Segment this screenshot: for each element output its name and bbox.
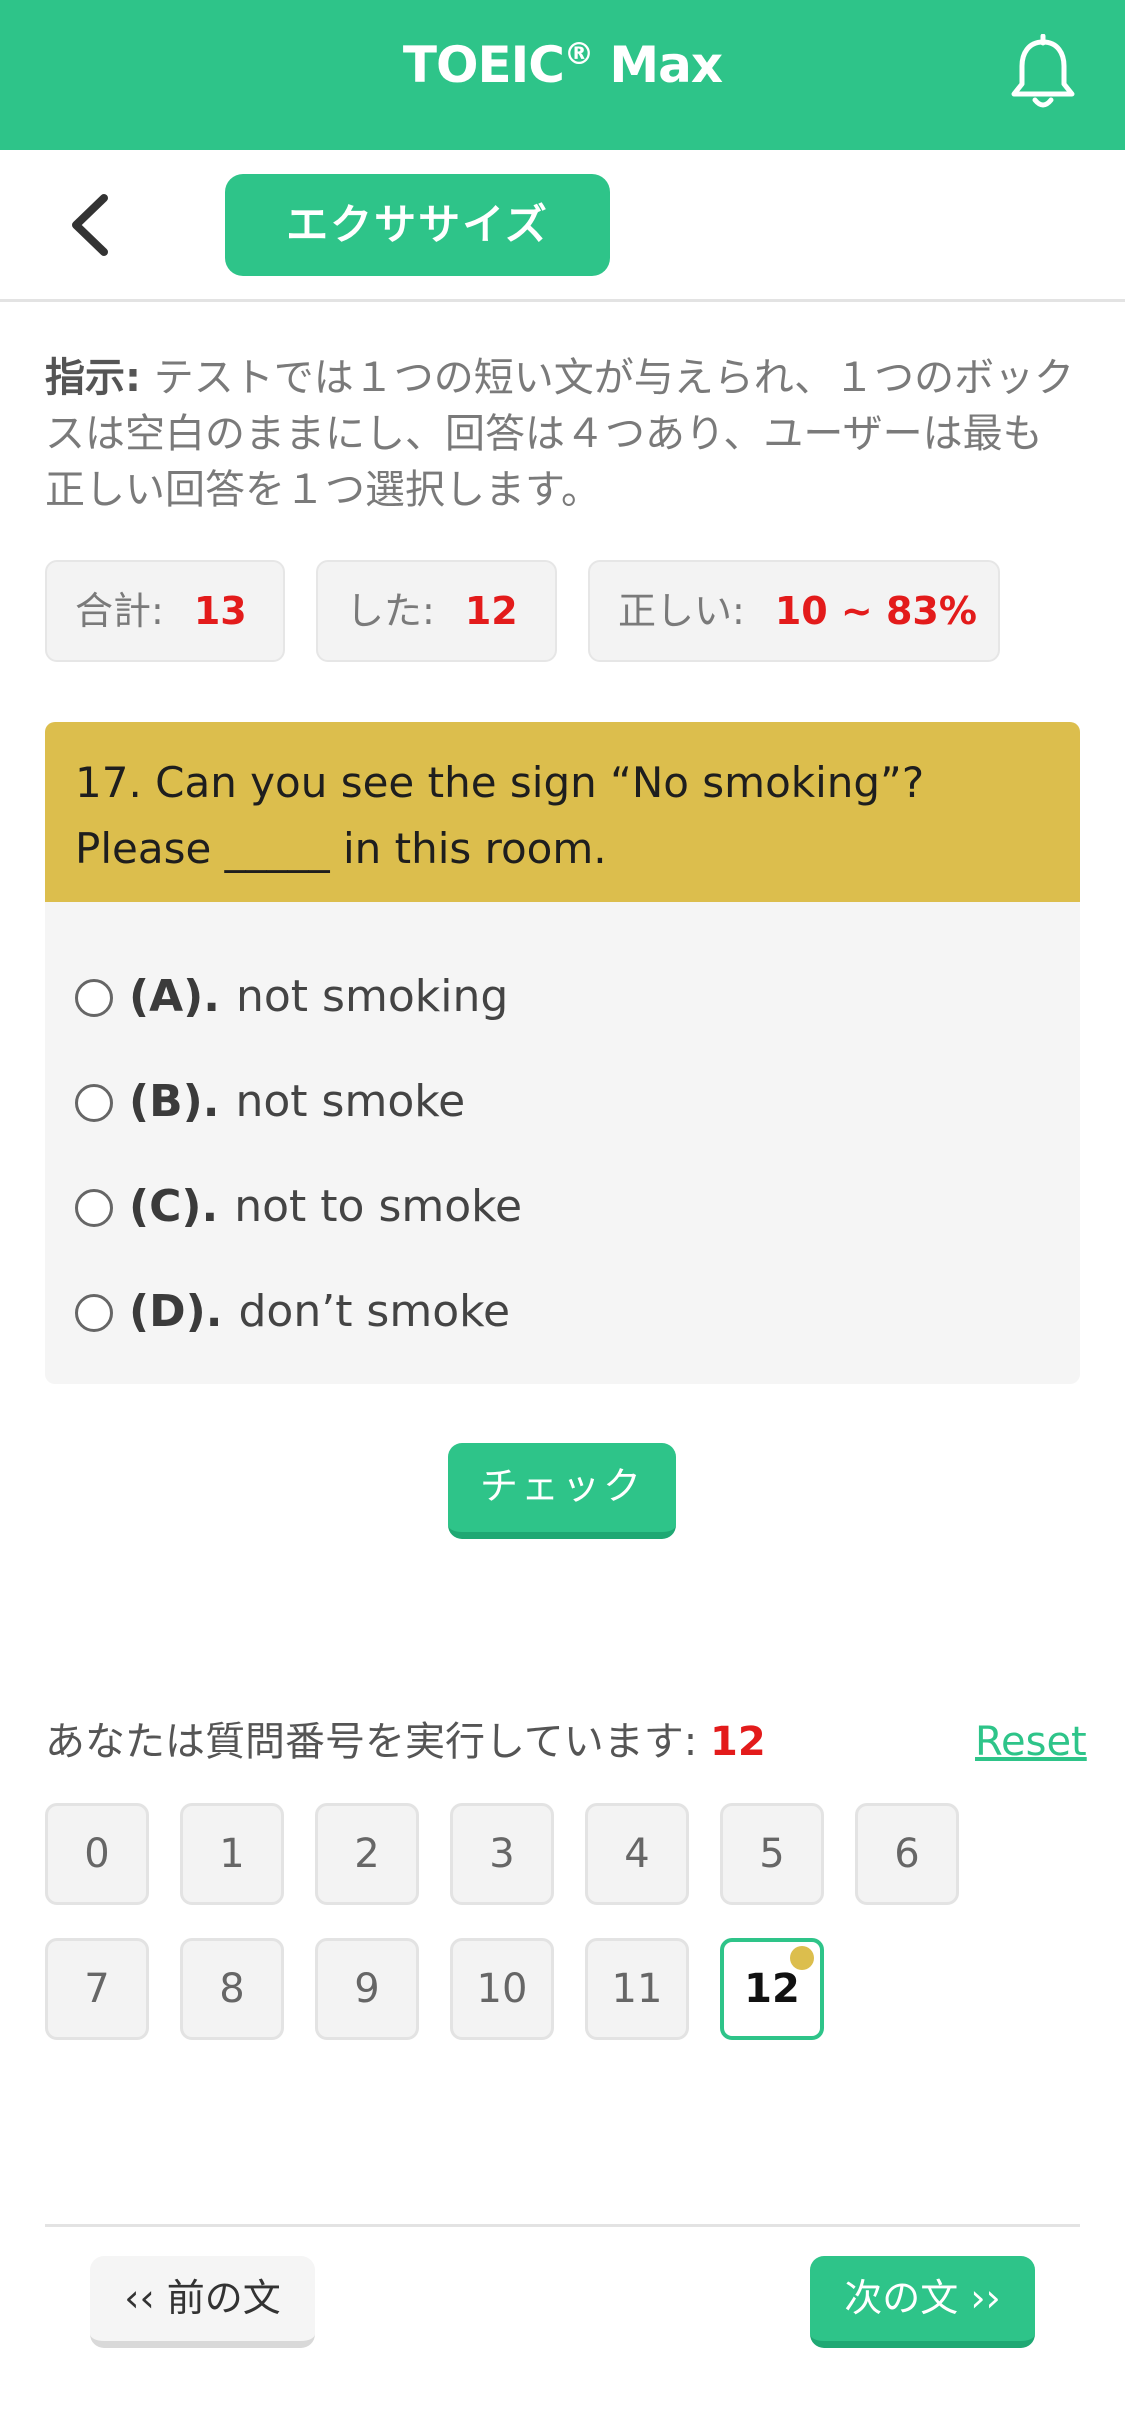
bell-icon[interactable] [1008, 33, 1078, 114]
divider [45, 2224, 1080, 2227]
option-key: (B). [129, 1076, 220, 1127]
question-number-button[interactable]: 11 [585, 1938, 689, 2040]
stat-total-value: 13 [193, 589, 247, 633]
option-key: (D). [129, 1286, 223, 1337]
instructions-text: テストでは１つの短い文が与えられ、１つのボックスは空白のままにし、回答は４つあり… [45, 355, 1075, 513]
question-number-button[interactable]: 4 [585, 1803, 689, 1905]
app-header: TOEIC® Max [0, 0, 1125, 150]
stat-done-label: した: [346, 589, 435, 633]
question-text: 17. Can you see the sign “No smoking”? P… [45, 722, 1080, 902]
option-key: (A). [129, 971, 220, 1022]
question-number-button[interactable]: 2 [315, 1803, 419, 1905]
running-question-label: あなたは質問番号を実行しています: 12 [45, 1712, 766, 1772]
option-text: don’t smoke [238, 1286, 511, 1337]
question-number-button[interactable]: 8 [180, 1938, 284, 2040]
stat-total: 合計: 13 [45, 560, 285, 662]
question-number-button[interactable]: 5 [720, 1803, 824, 1905]
current-indicator-dot [790, 1946, 814, 1970]
exercise-mode-button[interactable]: エクササイズ [225, 174, 610, 276]
app-title-text: TOEIC [402, 36, 565, 94]
registered-mark: ® [563, 37, 594, 72]
question-number-button[interactable]: 6 [855, 1803, 959, 1905]
stat-total-label: 合計: [75, 589, 164, 633]
instructions: 指示: テストでは１つの短い文が与えられ、１つのボックスは空白のままにし、回答は… [45, 350, 1075, 518]
question-number-label: 12 [744, 1966, 800, 2012]
option-text: not to smoke [234, 1181, 523, 1232]
question-number-button[interactable]: 3 [450, 1803, 554, 1905]
question-number-button[interactable]: 7 [45, 1938, 149, 2040]
previous-sentence-button[interactable]: ‹‹ 前の文 [90, 2256, 315, 2348]
question-number-button[interactable]: 10 [450, 1938, 554, 2040]
app-title-suffix: Max [592, 36, 723, 94]
current-question-number: 12 [710, 1719, 766, 1765]
option-b[interactable]: (B). not smoke [75, 1067, 465, 1137]
radio-button[interactable] [75, 1189, 113, 1227]
option-text: not smoke [235, 1076, 466, 1127]
option-c[interactable]: (C). not to smoke [75, 1172, 522, 1242]
stat-correct: 正しい: 10 ~ 83% [588, 560, 1000, 662]
option-text: not smoking [236, 971, 509, 1022]
question-number-button[interactable]: 9 [315, 1938, 419, 2040]
reset-link[interactable]: Reset [975, 1712, 1087, 1772]
sub-header: エクササイズ [0, 150, 1125, 302]
stat-done: した: 12 [316, 560, 557, 662]
chevron-left-icon[interactable] [62, 190, 122, 260]
radio-button[interactable] [75, 979, 113, 1017]
check-button[interactable]: チェック [448, 1443, 676, 1539]
question-number-button[interactable]: 1 [180, 1803, 284, 1905]
stat-correct-value: 10 ~ 83% [774, 589, 977, 633]
app-title: TOEIC® Max [0, 36, 1125, 94]
option-key: (C). [129, 1181, 219, 1232]
option-d[interactable]: (D). don’t smoke [75, 1277, 510, 1347]
question-card: 17. Can you see the sign “No smoking”? P… [45, 722, 1080, 1384]
radio-button[interactable] [75, 1294, 113, 1332]
next-sentence-button[interactable]: 次の文 ›› [810, 2256, 1035, 2348]
running-label-text: あなたは質問番号を実行しています: [45, 1719, 710, 1765]
question-number-button-current[interactable]: 12 [720, 1938, 824, 2040]
stat-correct-label: 正しい: [618, 589, 745, 633]
option-a[interactable]: (A). not smoking [75, 962, 508, 1032]
stat-done-value: 12 [464, 589, 518, 633]
instructions-label: 指示: [45, 355, 141, 401]
radio-button[interactable] [75, 1084, 113, 1122]
question-number-button[interactable]: 0 [45, 1803, 149, 1905]
